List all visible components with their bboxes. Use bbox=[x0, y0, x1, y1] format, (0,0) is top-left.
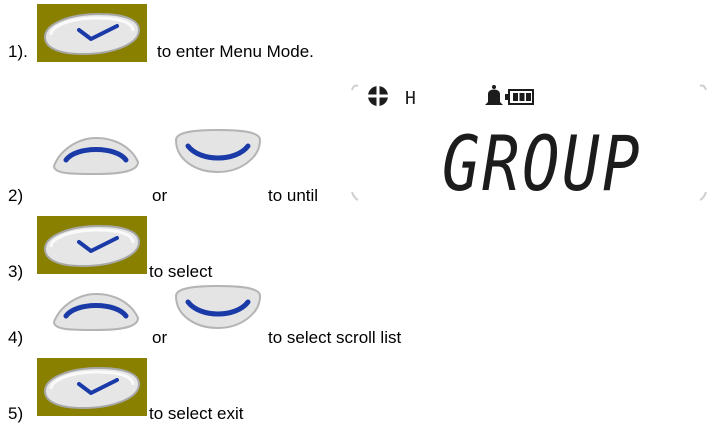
lcd-display: H GROUP bbox=[351, 84, 707, 210]
step-2-or: or bbox=[152, 186, 168, 205]
bell-icon bbox=[485, 85, 503, 105]
down-button-icon bbox=[174, 284, 262, 330]
up-button-icon bbox=[52, 292, 140, 332]
step-3-text: to select bbox=[149, 262, 213, 281]
lcd-indicator: H bbox=[405, 88, 416, 109]
step-2-text: to until bbox=[268, 186, 319, 205]
down-button-icon bbox=[174, 128, 262, 174]
battery-icon bbox=[505, 89, 534, 105]
step-5-number: 5) bbox=[8, 404, 24, 423]
step-2-number: 2) bbox=[8, 186, 24, 205]
step-4-number: 4) bbox=[8, 328, 24, 347]
up-button-icon bbox=[52, 136, 140, 176]
confirm-button-icon bbox=[37, 216, 147, 274]
confirm-button-icon bbox=[37, 4, 147, 62]
step-4-or: or bbox=[152, 328, 168, 347]
step-1-text: to enter Menu Mode. bbox=[157, 42, 314, 61]
crosshair-icon bbox=[366, 84, 390, 108]
lcd-group-text: GROUP bbox=[442, 119, 642, 208]
step-4-text: to select scroll list bbox=[268, 328, 402, 347]
step-1-number: 1). bbox=[8, 42, 28, 61]
confirm-button-icon bbox=[37, 358, 147, 416]
step-3-number: 3) bbox=[8, 262, 24, 281]
step-5-text: to select exit bbox=[149, 404, 244, 423]
